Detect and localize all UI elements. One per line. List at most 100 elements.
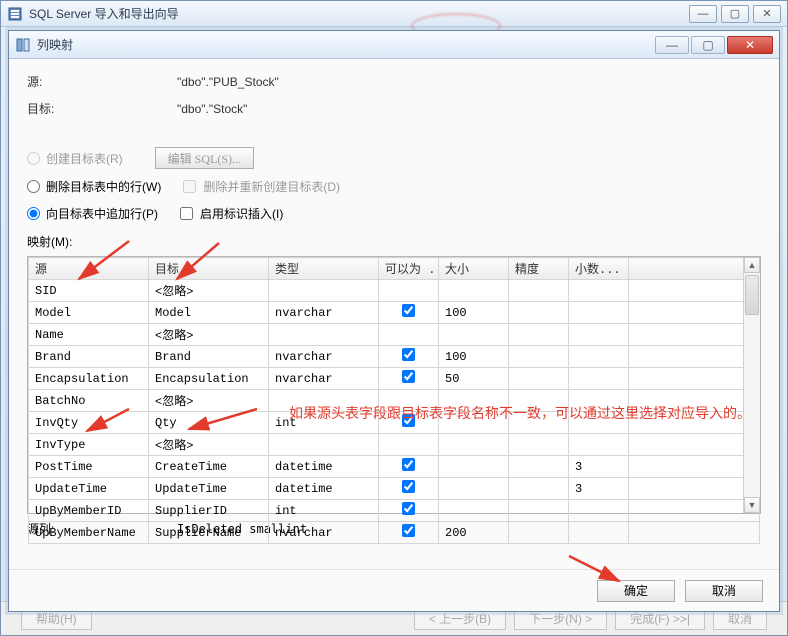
col-header-type[interactable]: 类型: [269, 258, 379, 280]
table-scrollbar[interactable]: ▲ ▼: [743, 257, 760, 513]
table-cell[interactable]: UpdateTime: [149, 478, 269, 500]
table-cell[interactable]: Brand: [149, 346, 269, 368]
table-cell[interactable]: [629, 500, 760, 522]
table-cell[interactable]: [509, 522, 569, 544]
scroll-track[interactable]: [744, 273, 760, 497]
scroll-down-button[interactable]: ▼: [744, 497, 760, 513]
table-cell[interactable]: 100: [439, 302, 509, 324]
table-cell[interactable]: [509, 346, 569, 368]
wizard-close-button[interactable]: ✕: [753, 5, 781, 23]
col-header-nullable[interactable]: 可以为 ...: [379, 258, 439, 280]
table-row[interactable]: UpByMemberNameSupplierNamenvarchar200: [29, 522, 760, 544]
table-cell[interactable]: [509, 500, 569, 522]
table-row[interactable]: EncapsulationEncapsulationnvarchar50: [29, 368, 760, 390]
table-cell[interactable]: nvarchar: [269, 368, 379, 390]
dialog-minimize-button[interactable]: —: [655, 36, 689, 54]
edit-sql-button[interactable]: 编辑 SQL(S)...: [155, 147, 254, 169]
table-cell[interactable]: [629, 478, 760, 500]
table-row[interactable]: UpdateTimeUpdateTimedatetime3: [29, 478, 760, 500]
table-cell[interactable]: InvQty: [29, 412, 149, 434]
table-cell-nullable[interactable]: [379, 434, 439, 456]
table-cell[interactable]: [269, 280, 379, 302]
table-cell[interactable]: [629, 368, 760, 390]
table-cell[interactable]: CreateTime: [149, 456, 269, 478]
table-cell[interactable]: [629, 456, 760, 478]
nullable-checkbox[interactable]: [402, 480, 415, 493]
table-cell[interactable]: 3: [569, 478, 629, 500]
table-cell[interactable]: [629, 434, 760, 456]
table-cell[interactable]: [629, 302, 760, 324]
table-cell[interactable]: 100: [439, 346, 509, 368]
table-cell-nullable[interactable]: [379, 324, 439, 346]
col-header-precision[interactable]: 精度: [509, 258, 569, 280]
radio-delete-rows[interactable]: [27, 180, 40, 193]
table-cell[interactable]: BatchNo: [29, 390, 149, 412]
table-cell[interactable]: [509, 478, 569, 500]
table-cell[interactable]: [509, 368, 569, 390]
table-cell[interactable]: [569, 280, 629, 302]
table-row[interactable]: SID<忽略>: [29, 280, 760, 302]
table-cell-nullable[interactable]: [379, 346, 439, 368]
table-cell[interactable]: UpByMemberName: [29, 522, 149, 544]
table-cell[interactable]: [569, 324, 629, 346]
table-row[interactable]: PostTimeCreateTimedatetime3: [29, 456, 760, 478]
table-cell[interactable]: [569, 302, 629, 324]
table-cell[interactable]: [509, 434, 569, 456]
table-cell[interactable]: [629, 522, 760, 544]
col-header-size[interactable]: 大小: [439, 258, 509, 280]
cancel-button[interactable]: 取消: [685, 580, 763, 602]
table-cell[interactable]: Model: [29, 302, 149, 324]
table-cell[interactable]: [269, 434, 379, 456]
table-cell[interactable]: [269, 324, 379, 346]
table-cell-nullable[interactable]: [379, 500, 439, 522]
table-cell[interactable]: 200: [439, 522, 509, 544]
dialog-maximize-button[interactable]: ▢: [691, 36, 725, 54]
col-header-source[interactable]: 源: [29, 258, 149, 280]
table-cell[interactable]: [439, 478, 509, 500]
col-header-scale[interactable]: 小数...: [569, 258, 629, 280]
table-cell-nullable[interactable]: [379, 280, 439, 302]
table-cell[interactable]: [569, 434, 629, 456]
nullable-checkbox[interactable]: [402, 348, 415, 361]
table-row[interactable]: Name<忽略>: [29, 324, 760, 346]
nullable-checkbox[interactable]: [402, 304, 415, 317]
table-cell[interactable]: UpdateTime: [29, 478, 149, 500]
table-cell[interactable]: InvType: [29, 434, 149, 456]
table-cell[interactable]: 3: [569, 456, 629, 478]
table-cell[interactable]: nvarchar: [269, 522, 379, 544]
table-row[interactable]: BrandBrandnvarchar100: [29, 346, 760, 368]
table-cell[interactable]: [439, 434, 509, 456]
table-cell[interactable]: [509, 324, 569, 346]
table-cell[interactable]: SupplierID: [149, 500, 269, 522]
table-cell[interactable]: [629, 280, 760, 302]
table-cell[interactable]: Qty: [149, 412, 269, 434]
checkbox-identity-insert[interactable]: [180, 207, 193, 220]
table-cell-nullable[interactable]: [379, 368, 439, 390]
ok-button[interactable]: 确定: [597, 580, 675, 602]
col-header-destination[interactable]: 目标: [149, 258, 269, 280]
table-cell[interactable]: [569, 500, 629, 522]
table-cell[interactable]: Encapsulation: [149, 368, 269, 390]
table-cell[interactable]: UpByMemberID: [29, 500, 149, 522]
scroll-thumb[interactable]: [745, 275, 759, 315]
nullable-checkbox[interactable]: [402, 370, 415, 383]
wizard-maximize-button[interactable]: ▢: [721, 5, 749, 23]
table-cell-nullable[interactable]: [379, 478, 439, 500]
table-cell[interactable]: [509, 456, 569, 478]
table-cell[interactable]: [439, 280, 509, 302]
nullable-checkbox[interactable]: [402, 502, 415, 515]
table-cell[interactable]: [629, 324, 760, 346]
table-cell[interactable]: Name: [29, 324, 149, 346]
table-cell[interactable]: int: [269, 500, 379, 522]
table-cell-nullable[interactable]: [379, 302, 439, 324]
table-cell[interactable]: SID: [29, 280, 149, 302]
radio-append-rows[interactable]: [27, 207, 40, 220]
table-cell[interactable]: [569, 346, 629, 368]
table-cell[interactable]: [569, 368, 629, 390]
table-cell[interactable]: nvarchar: [269, 346, 379, 368]
dialog-close-button[interactable]: ✕: [727, 36, 773, 54]
wizard-minimize-button[interactable]: —: [689, 5, 717, 23]
nullable-checkbox[interactable]: [402, 524, 415, 537]
table-cell[interactable]: [439, 500, 509, 522]
table-row[interactable]: InvType<忽略>: [29, 434, 760, 456]
